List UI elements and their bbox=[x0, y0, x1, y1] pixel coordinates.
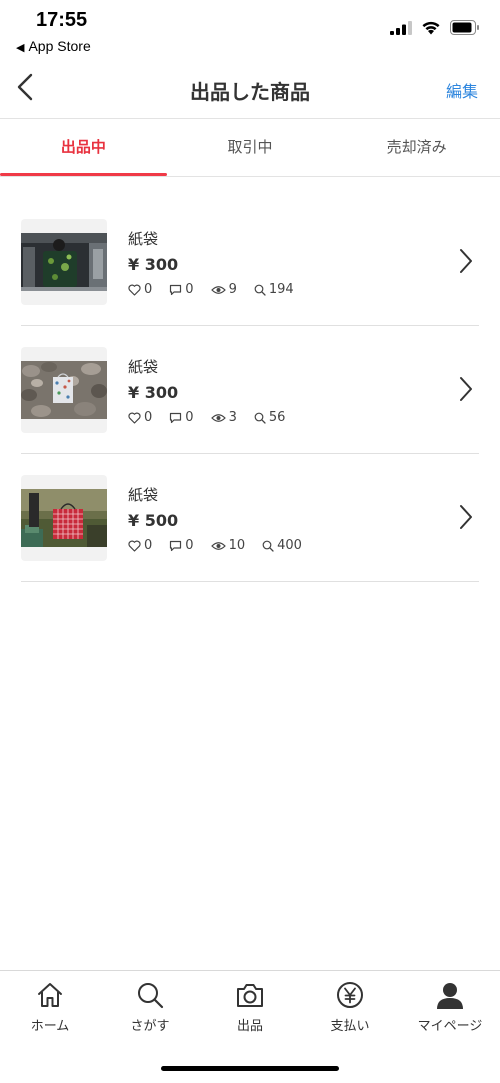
cellular-signal-icon bbox=[390, 20, 412, 35]
home-indicator[interactable] bbox=[161, 1066, 339, 1071]
wifi-icon bbox=[422, 21, 440, 35]
heart-icon bbox=[128, 540, 141, 552]
tab-bar-sell-label: 出品 bbox=[236, 1019, 263, 1034]
back-app-label: App Store bbox=[28, 38, 91, 54]
heart-icon bbox=[128, 412, 141, 424]
navigation-bar: 出品した商品 編集 bbox=[0, 60, 500, 118]
tab-bar-payment[interactable]: 支払い bbox=[300, 979, 400, 1034]
comment-count: 0 bbox=[185, 282, 194, 297]
view-stat: 3 bbox=[210, 410, 237, 425]
search-small-icon bbox=[254, 284, 266, 296]
item-thumbnail bbox=[21, 347, 107, 433]
page-title: 出品した商品 bbox=[190, 80, 310, 104]
view-count: 3 bbox=[228, 410, 237, 425]
search-count: 56 bbox=[268, 410, 286, 425]
comment-icon bbox=[170, 540, 182, 551]
tab-bar-mypage-label: マイページ bbox=[417, 1019, 483, 1034]
view-stat: 10 bbox=[210, 538, 246, 553]
chevron-right-icon bbox=[460, 377, 472, 401]
tab-sold[interactable]: 売却済み bbox=[333, 119, 500, 176]
eye-icon bbox=[210, 285, 226, 294]
tab-trading[interactable]: 取引中 bbox=[167, 119, 334, 176]
heart-icon bbox=[128, 284, 141, 296]
eye-icon bbox=[210, 541, 226, 550]
item-price: ¥ 300 bbox=[128, 255, 179, 274]
comment-count: 0 bbox=[185, 410, 194, 425]
comment-icon bbox=[170, 412, 182, 423]
chevron-right-icon bbox=[460, 249, 472, 273]
battery-icon bbox=[450, 20, 479, 35]
item-name: 紙袋 bbox=[128, 230, 159, 248]
tab-bar-sell[interactable]: 出品 bbox=[200, 979, 300, 1034]
comment-stat: 0 bbox=[169, 410, 194, 425]
item-name: 紙袋 bbox=[128, 486, 159, 504]
like-stat: 0 bbox=[128, 538, 152, 553]
tab-listing[interactable]: 出品中 bbox=[0, 119, 167, 176]
like-count: 0 bbox=[144, 410, 153, 425]
comment-icon bbox=[170, 284, 182, 295]
item-list: 紙袋 ¥ 300 0 0 9 194 紙袋 ¥ 300 0 0 3 56 紙袋 … bbox=[21, 198, 479, 582]
search-stat: 400 bbox=[262, 538, 302, 553]
listing-status-tabs: 出品中 取引中 売却済み bbox=[0, 118, 500, 177]
status-icons bbox=[390, 20, 480, 35]
item-photo bbox=[21, 361, 107, 419]
item-price: ¥ 500 bbox=[128, 511, 179, 530]
tab-bar-home[interactable]: ホーム bbox=[0, 979, 100, 1034]
home-icon bbox=[38, 983, 62, 1007]
back-to-app-link[interactable]: ◀ App Store bbox=[16, 38, 91, 54]
comment-stat: 0 bbox=[169, 282, 194, 297]
view-count: 10 bbox=[228, 538, 246, 553]
list-item[interactable]: 紙袋 ¥ 500 0 0 10 400 bbox=[21, 454, 479, 582]
camera-icon bbox=[237, 984, 263, 1007]
list-item[interactable]: 紙袋 ¥ 300 0 0 9 194 bbox=[21, 198, 479, 326]
tab-bar-search-label: さがす bbox=[130, 1019, 170, 1034]
eye-icon bbox=[210, 413, 226, 422]
chevron-right-icon bbox=[460, 505, 472, 529]
search-stat: 194 bbox=[254, 282, 294, 297]
search-small-icon bbox=[262, 540, 274, 552]
search-count: 400 bbox=[277, 538, 302, 553]
list-item[interactable]: 紙袋 ¥ 300 0 0 3 56 bbox=[21, 326, 479, 454]
item-thumbnail bbox=[21, 219, 107, 305]
like-count: 0 bbox=[144, 538, 153, 553]
tab-bar-home-label: ホーム bbox=[30, 1019, 70, 1034]
item-price: ¥ 300 bbox=[128, 383, 179, 402]
item-name: 紙袋 bbox=[128, 358, 159, 376]
comment-stat: 0 bbox=[169, 538, 194, 553]
item-photo bbox=[21, 233, 107, 291]
tab-bar-payment-label: 支払い bbox=[330, 1019, 370, 1034]
view-count: 9 bbox=[228, 282, 237, 297]
view-stat: 9 bbox=[210, 282, 237, 297]
search-small-icon bbox=[254, 412, 266, 424]
search-stat: 56 bbox=[254, 410, 286, 425]
like-stat: 0 bbox=[128, 410, 152, 425]
comment-count: 0 bbox=[185, 538, 194, 553]
item-stats: 0 0 9 194 bbox=[128, 282, 311, 297]
like-count: 0 bbox=[144, 282, 153, 297]
edit-button[interactable]: 編集 bbox=[446, 78, 478, 102]
item-stats: 0 0 10 400 bbox=[128, 538, 319, 553]
status-bar: 17:55 ◀ App Store bbox=[0, 0, 500, 60]
item-photo bbox=[21, 489, 107, 547]
back-triangle-icon: ◀ bbox=[16, 42, 25, 54]
status-time: 17:55 bbox=[36, 9, 88, 31]
like-stat: 0 bbox=[128, 282, 152, 297]
person-icon bbox=[437, 983, 463, 1009]
yen-icon bbox=[337, 982, 363, 1008]
search-count: 194 bbox=[268, 282, 294, 297]
item-thumbnail bbox=[21, 475, 107, 561]
search-icon bbox=[138, 983, 164, 1009]
tab-bar-search[interactable]: さがす bbox=[100, 979, 200, 1034]
item-stats: 0 0 3 56 bbox=[128, 410, 302, 425]
tab-bar-mypage[interactable]: マイページ bbox=[400, 979, 500, 1034]
